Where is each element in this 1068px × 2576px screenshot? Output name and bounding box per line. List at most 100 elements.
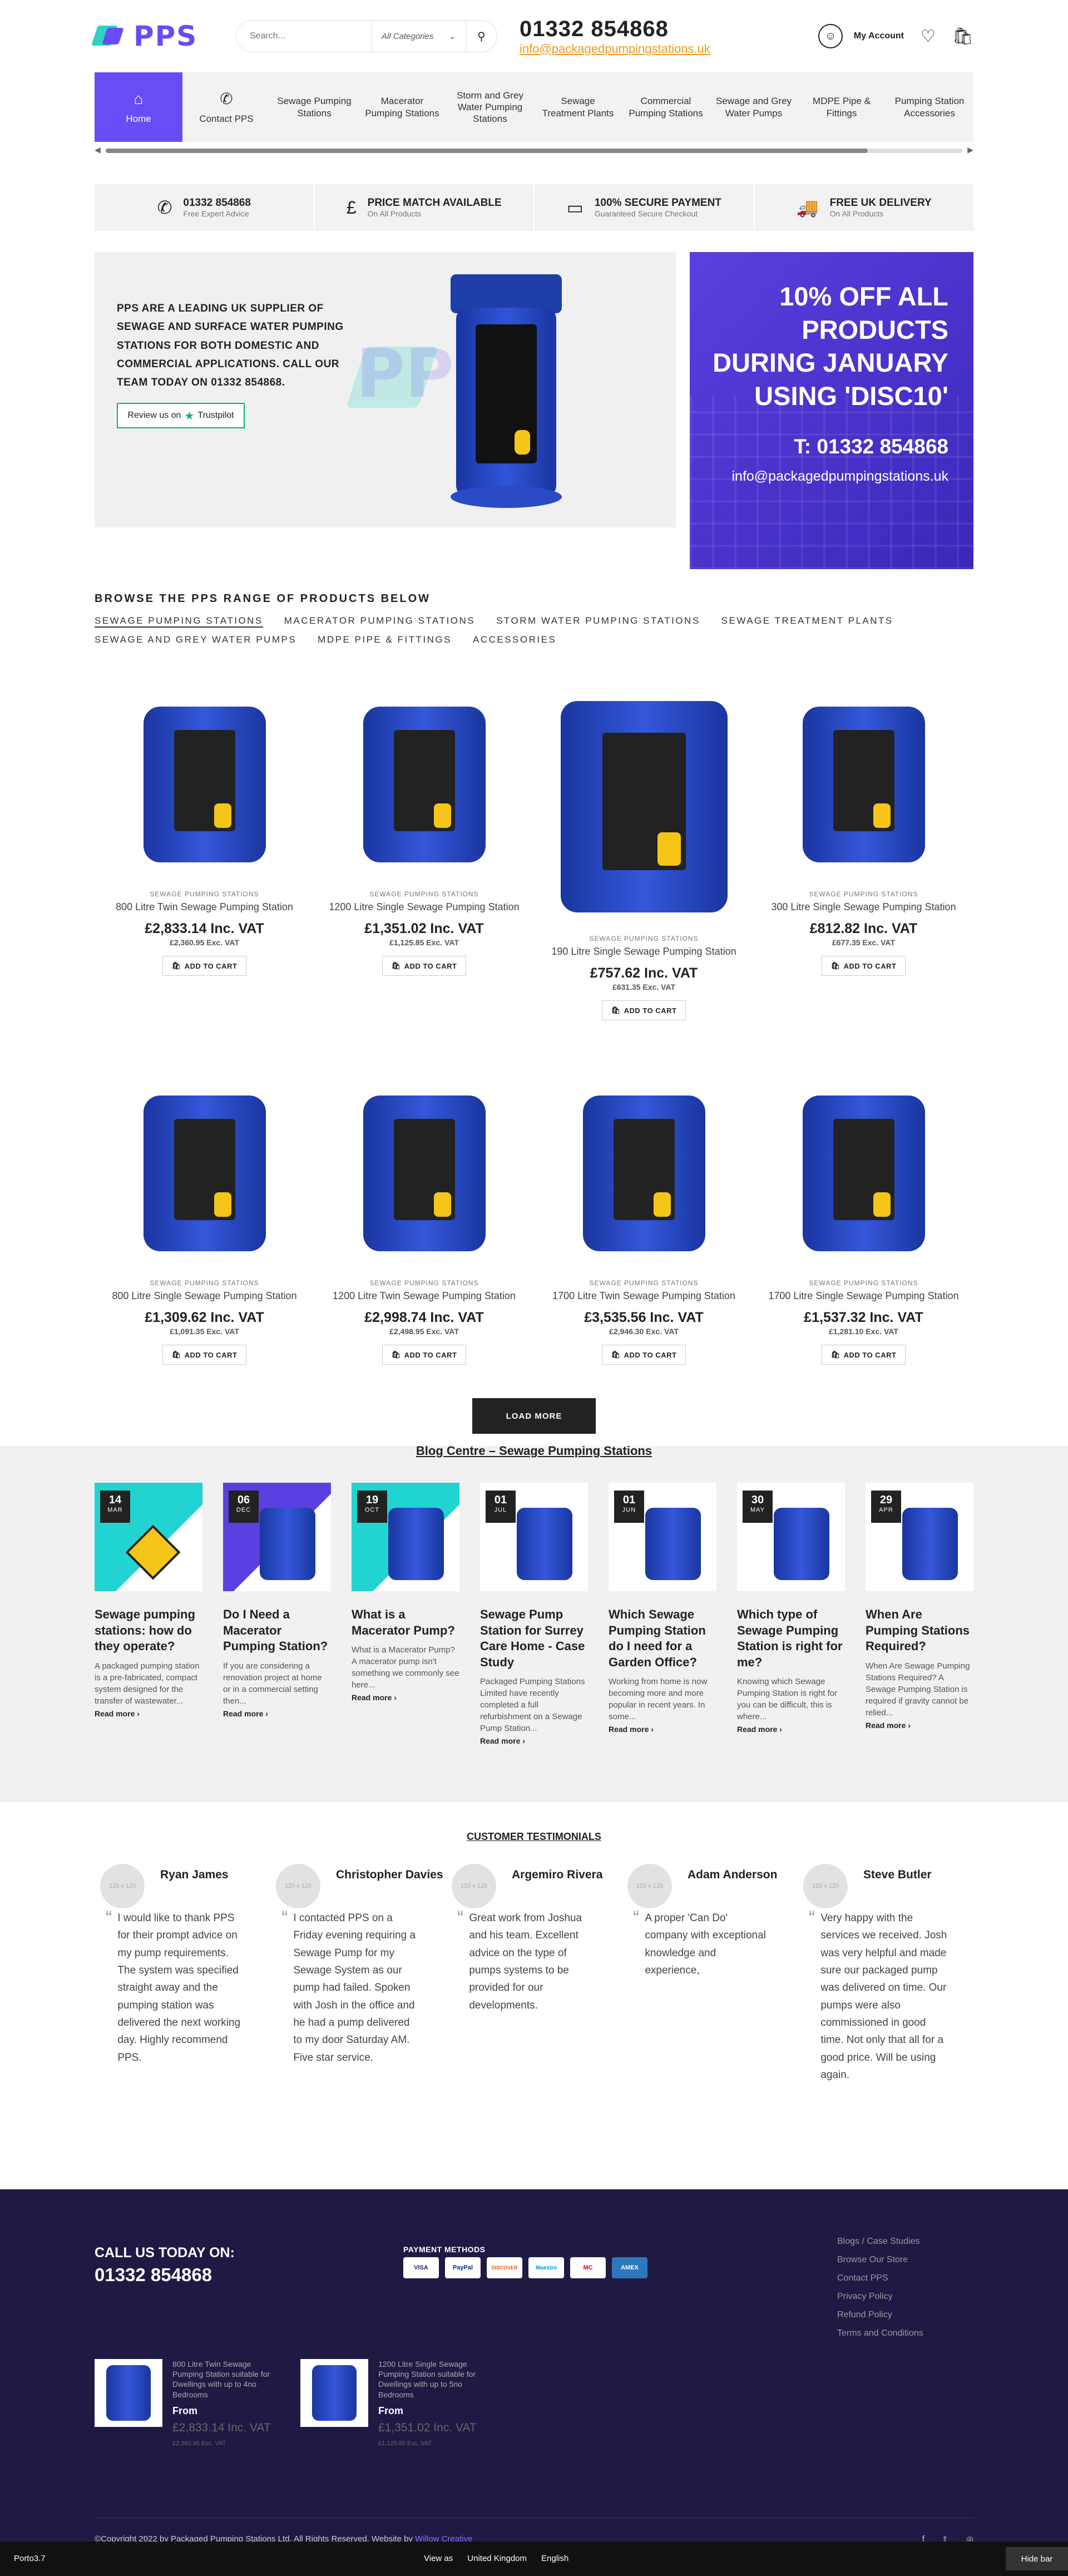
- product-card[interactable]: SEWAGE PUMPING STATIONS 190 Litre Single…: [534, 684, 754, 1020]
- product-card[interactable]: SEWAGE PUMPING STATIONS 800 Litre Twin S…: [95, 684, 314, 1020]
- nav-item-macerator-pumping-stations[interactable]: Macerator Pumping Stations: [358, 72, 446, 142]
- category-select[interactable]: All Categories ⌄: [371, 21, 466, 52]
- promo-banner[interactable]: 10% OFF ALL PRODUCTS DURING JANUARY USIN…: [690, 252, 973, 569]
- blog-thumbnail[interactable]: 14 MAR: [95, 1483, 202, 1591]
- product-card[interactable]: SEWAGE PUMPING STATIONS 300 Litre Single…: [754, 684, 973, 1020]
- nav-item-storm-grey-water[interactable]: Storm and Grey Water Pumping Stations: [446, 72, 534, 142]
- add-to-cart-button[interactable]: 🛍 ADD TO CART: [162, 956, 247, 976]
- product-category[interactable]: SEWAGE PUMPING STATIONS: [95, 890, 314, 898]
- footer-product-name[interactable]: 800 Litre Twin Sewage Pumping Station su…: [172, 2359, 284, 2400]
- blog-post-title[interactable]: Sewage pumping stations: how do they ope…: [95, 1607, 202, 1655]
- hide-bar-button[interactable]: Hide bar: [1006, 2547, 1068, 2570]
- blog-post[interactable]: 30 MAY Which type of Sewage Pumping Stati…: [737, 1483, 845, 1745]
- product-name[interactable]: 1200 Litre Twin Sewage Pumping Station: [314, 1290, 534, 1302]
- product-card[interactable]: SEWAGE PUMPING STATIONS 800 Litre Single…: [95, 1073, 314, 1365]
- logo[interactable]: PPS: [91, 20, 222, 52]
- product-name[interactable]: 1700 Litre Single Sewage Pumping Station: [754, 1290, 973, 1302]
- footer-product[interactable]: 800 Litre Twin Sewage Pumping Station su…: [95, 2359, 289, 2447]
- blog-title[interactable]: Blog Centre – Sewage Pumping Stations: [95, 1444, 973, 1458]
- product-image[interactable]: [534, 684, 754, 929]
- blog-thumbnail[interactable]: 29 APR: [866, 1483, 973, 1591]
- product-card[interactable]: SEWAGE PUMPING STATIONS 1700 Litre Twin …: [534, 1073, 754, 1365]
- tab-treatment-plants[interactable]: SEWAGE TREATMENT PLANTS: [721, 615, 893, 628]
- search-input[interactable]: [236, 21, 371, 52]
- header-phone[interactable]: 01332 854868: [520, 17, 710, 42]
- blog-post[interactable]: 19 OCT What is a Macerator Pump? What is …: [352, 1483, 459, 1745]
- header-email[interactable]: info@packagedpumpingstations.uk: [520, 42, 710, 56]
- product-category[interactable]: SEWAGE PUMPING STATIONS: [754, 890, 973, 898]
- footer-link-store[interactable]: Browse Our Store: [837, 2255, 923, 2265]
- footer-link-contact[interactable]: Contact PPS: [837, 2273, 923, 2283]
- blog-thumbnail[interactable]: 01 JUN: [609, 1483, 716, 1591]
- account-link[interactable]: ☺ My Account: [818, 24, 904, 48]
- footer-product-image[interactable]: [300, 2359, 368, 2427]
- add-to-cart-button[interactable]: 🛍 ADD TO CART: [382, 956, 467, 976]
- nav-item-commercial-pumping-stations[interactable]: Commercial Pumping Stations: [622, 72, 710, 142]
- blog-thumbnail[interactable]: 19 OCT: [352, 1483, 459, 1591]
- product-name[interactable]: 300 Litre Single Sewage Pumping Station: [754, 901, 973, 913]
- language-select[interactable]: English: [541, 2554, 568, 2563]
- country-select[interactable]: United Kingdom: [467, 2554, 527, 2563]
- tab-pumps[interactable]: SEWAGE AND GREY WATER PUMPS: [95, 634, 296, 645]
- read-more-link[interactable]: Read more ›: [480, 1736, 588, 1745]
- product-name[interactable]: 1200 Litre Single Sewage Pumping Station: [314, 901, 534, 913]
- scroll-left-icon[interactable]: ◀: [95, 145, 101, 155]
- product-category[interactable]: SEWAGE PUMPING STATIONS: [534, 1279, 754, 1287]
- product-image[interactable]: [754, 684, 973, 885]
- footer-link-privacy[interactable]: Privacy Policy: [837, 2292, 923, 2302]
- blog-post-title[interactable]: Which type of Sewage Pumping Station is …: [737, 1607, 845, 1670]
- blog-thumbnail[interactable]: 30 MAY: [737, 1483, 845, 1591]
- footer-link-terms[interactable]: Terms and Conditions: [837, 2328, 923, 2338]
- search-button[interactable]: ⚲: [466, 21, 497, 52]
- read-more-link[interactable]: Read more ›: [352, 1693, 459, 1702]
- trustpilot-button[interactable]: Review us on ★ Trustpilot: [117, 403, 245, 429]
- product-category[interactable]: SEWAGE PUMPING STATIONS: [95, 1279, 314, 1287]
- footer-link-blogs[interactable]: Blogs / Case Studies: [837, 2237, 923, 2247]
- tab-mdpe[interactable]: MDPE PIPE & FITTINGS: [318, 634, 452, 645]
- tab-accessories[interactable]: ACCESSORIES: [473, 634, 556, 645]
- add-to-cart-button[interactable]: 🛍 ADD TO CART: [382, 1345, 467, 1365]
- product-card[interactable]: SEWAGE PUMPING STATIONS 1200 Litre Singl…: [314, 684, 534, 1020]
- product-category[interactable]: SEWAGE PUMPING STATIONS: [314, 890, 534, 898]
- nav-item-mdpe-pipe[interactable]: MDPE Pipe & Fittings: [798, 72, 886, 142]
- nav-scrollbar[interactable]: ◀ ▶: [95, 144, 973, 156]
- read-more-link[interactable]: Read more ›: [866, 1721, 973, 1730]
- blog-post-title[interactable]: When Are Pumping Stations Required?: [866, 1607, 973, 1655]
- add-to-cart-button[interactable]: 🛍 ADD TO CART: [162, 1345, 247, 1365]
- nav-item-sewage-treatment-plants[interactable]: Sewage Treatment Plants: [534, 72, 622, 142]
- product-name[interactable]: 1700 Litre Twin Sewage Pumping Station: [534, 1290, 754, 1302]
- read-more-link[interactable]: Read more ›: [223, 1709, 331, 1718]
- product-category[interactable]: SEWAGE PUMPING STATIONS: [534, 935, 754, 942]
- footer-product-name[interactable]: 1200 Litre Single Sewage Pumping Station…: [378, 2359, 490, 2400]
- add-to-cart-button[interactable]: 🛍 ADD TO CART: [601, 1000, 686, 1020]
- product-image[interactable]: [314, 684, 534, 885]
- product-card[interactable]: SEWAGE PUMPING STATIONS 1700 Litre Singl…: [754, 1073, 973, 1365]
- blog-post-title[interactable]: Do I Need a Macerator Pumping Station?: [223, 1607, 331, 1655]
- product-name[interactable]: 800 Litre Twin Sewage Pumping Station: [95, 901, 314, 913]
- blog-thumbnail[interactable]: 01 JUL: [480, 1483, 588, 1591]
- load-more-button[interactable]: LOAD MORE: [472, 1398, 596, 1434]
- product-image[interactable]: [95, 1073, 314, 1274]
- blog-post-title[interactable]: Which Sewage Pumping Station do I need f…: [609, 1607, 716, 1670]
- product-image[interactable]: [314, 1073, 534, 1274]
- add-to-cart-button[interactable]: 🛍 ADD TO CART: [601, 1345, 686, 1365]
- blog-post-title[interactable]: What is a Macerator Pump?: [352, 1607, 459, 1639]
- scroll-right-icon[interactable]: ▶: [967, 145, 973, 155]
- product-name[interactable]: 190 Litre Single Sewage Pumping Station: [534, 946, 754, 958]
- read-more-link[interactable]: Read more ›: [737, 1725, 845, 1734]
- scroll-thumb[interactable]: [106, 149, 868, 153]
- blog-post-title[interactable]: Sewage Pump Station for Surrey Care Home…: [480, 1607, 588, 1670]
- add-to-cart-button[interactable]: 🛍 ADD TO CART: [821, 956, 906, 976]
- blog-post[interactable]: 01 JUL Sewage Pump Station for Surrey Car…: [480, 1483, 588, 1745]
- blog-thumbnail[interactable]: 06 DEC: [223, 1483, 331, 1591]
- wishlist-heart-icon[interactable]: ♡: [921, 27, 936, 46]
- nav-item-home[interactable]: ⌂ Home: [95, 72, 182, 142]
- product-image[interactable]: [754, 1073, 973, 1274]
- blog-post[interactable]: 06 DEC Do I Need a Macerator Pumping Stat…: [223, 1483, 331, 1745]
- tab-macerator[interactable]: MACERATOR PUMPING STATIONS: [284, 615, 475, 628]
- blog-post[interactable]: 01 JUN Which Sewage Pumping Station do I …: [609, 1483, 716, 1745]
- product-card[interactable]: SEWAGE PUMPING STATIONS 1200 Litre Twin …: [314, 1073, 534, 1365]
- nav-item-sewage-pumping-stations[interactable]: Sewage Pumping Stations: [270, 72, 358, 142]
- product-category[interactable]: SEWAGE PUMPING STATIONS: [314, 1279, 534, 1287]
- nav-item-sewage-grey-water-pumps[interactable]: Sewage and Grey Water Pumps: [710, 72, 798, 142]
